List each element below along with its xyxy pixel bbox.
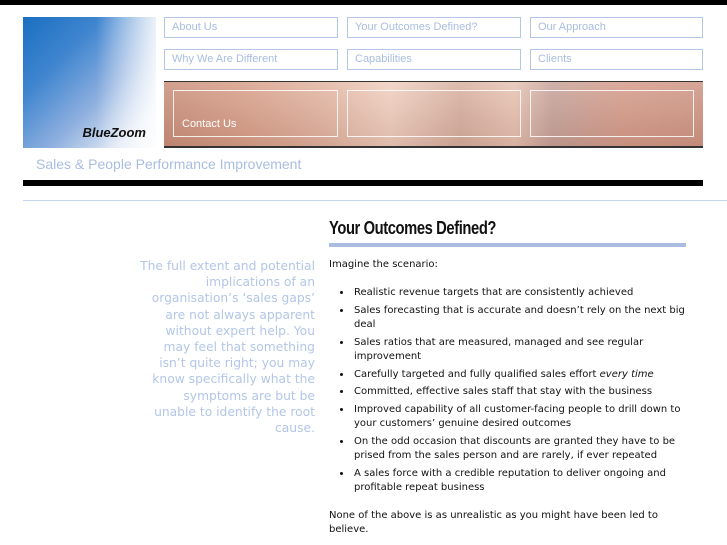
contact-us-label: Contact Us xyxy=(182,118,237,130)
top-border xyxy=(0,0,727,5)
main-content: Your Outcomes Defined? Imagine the scena… xyxy=(329,215,689,537)
outro-text: None of the above is as unrealistic as y… xyxy=(329,509,658,535)
list-item: Committed, effective sales staff that st… xyxy=(352,385,689,400)
logo[interactable]: BlueZoom xyxy=(23,17,156,148)
list-item: Sales forecasting that is accurate and d… xyxy=(352,304,689,333)
title-underline xyxy=(329,243,686,247)
nav-why-we-are-different[interactable]: Why We Are Different xyxy=(164,49,338,70)
outcomes-list: Realistic revenue targets that are consi… xyxy=(329,286,689,496)
photo-link-box-2[interactable] xyxy=(347,90,521,137)
header-photo-banner: Contact Us xyxy=(164,81,703,148)
list-item: A sales force with a credible reputation… xyxy=(352,467,689,496)
nav-your-outcomes-defined[interactable]: Your Outcomes Defined? xyxy=(347,17,521,38)
list-item-text: Carefully targeted and fully qualified s… xyxy=(354,368,600,380)
nav-about-us[interactable]: About Us xyxy=(164,17,338,38)
sidebar-quote: The full extent and potential implicatio… xyxy=(140,259,315,436)
photo-link-box-3[interactable] xyxy=(530,90,694,137)
list-item: Sales ratios that are measured, managed … xyxy=(352,336,689,365)
content-divider xyxy=(23,200,727,201)
nav-capabilities[interactable]: Capabilities xyxy=(347,49,521,70)
tagline: Sales & People Performance Improvement xyxy=(36,156,302,172)
list-item: On the odd occasion that discounts are g… xyxy=(352,435,689,464)
list-item-emphasis: every time xyxy=(599,368,654,380)
list-item: Carefully targeted and fully qualified s… xyxy=(352,368,689,383)
list-item: Realistic revenue targets that are consi… xyxy=(352,286,689,301)
nav-our-approach[interactable]: Our Approach xyxy=(530,17,703,38)
intro-text: Imagine the scenario: xyxy=(329,259,438,270)
logo-text: BlueZoom xyxy=(82,125,146,140)
list-item: Improved capability of all customer-faci… xyxy=(352,403,689,432)
header-divider xyxy=(23,180,703,186)
nav-clients[interactable]: Clients xyxy=(530,49,703,70)
page-title: Your Outcomes Defined? xyxy=(329,218,497,238)
nav-contact-us[interactable]: Contact Us xyxy=(173,90,338,137)
